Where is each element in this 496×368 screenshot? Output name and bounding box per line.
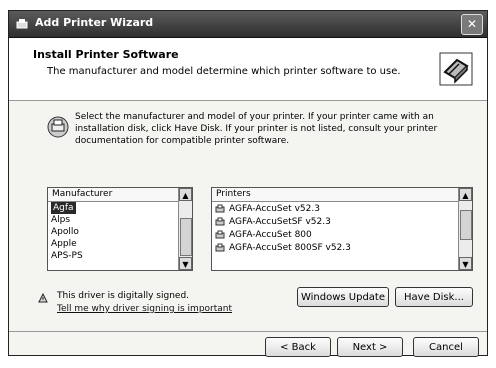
list-item[interactable]: Apple xyxy=(51,238,192,250)
windows-update-button[interactable]: Windows Update xyxy=(297,287,389,307)
printer-disk-icon xyxy=(47,116,69,138)
printer-model-label: AGFA-AccuSet v52.3 xyxy=(229,203,320,214)
printer-model-label: AGFA-AccuSet 800SF v52.3 xyxy=(229,242,351,253)
have-disk-button[interactable]: Have Disk... xyxy=(395,287,473,307)
close-icon: ✕ xyxy=(466,17,478,31)
cancel-button[interactable]: Cancel xyxy=(413,337,479,357)
signed-driver-icon xyxy=(38,292,48,303)
window-title: Add Printer Wizard xyxy=(35,16,154,29)
instructions-text: Select the manufacturer and model of you… xyxy=(75,112,438,146)
selected-manufacturer[interactable]: Agfa xyxy=(51,202,76,214)
add-printer-wizard-window: Add Printer Wizard ✕ Install Printer Sof… xyxy=(8,10,488,357)
printer-icon xyxy=(215,204,225,212)
printer-icon xyxy=(215,243,225,251)
printer-model-label: AGFA-AccuSet 800 xyxy=(229,229,312,240)
title-bar[interactable]: Add Printer Wizard ✕ xyxy=(9,11,487,38)
scroll-down-arrow-icon[interactable]: ▼ xyxy=(179,257,192,270)
wizard-header: Install Printer Software The manufacture… xyxy=(9,38,487,101)
printer-app-icon xyxy=(16,19,28,29)
list-item[interactable]: AGFA-AccuSetSF v52.3 xyxy=(215,215,472,228)
list-item[interactable]: Apollo xyxy=(51,226,192,238)
close-button[interactable]: ✕ xyxy=(461,14,483,35)
list-item[interactable]: AGFA-AccuSet v52.3 xyxy=(215,202,472,215)
printer-icon xyxy=(215,217,225,225)
header-subtitle: The manufacturer and model determine whi… xyxy=(47,66,401,77)
list-item[interactable]: AGFA-AccuSet 800 xyxy=(215,228,472,241)
printers-listbox[interactable]: Printers AGFA-AccuSet v52.3 AGFA-AccuSet… xyxy=(211,187,473,271)
footer-separator xyxy=(9,331,487,332)
list-item[interactable]: Alps xyxy=(51,214,192,226)
scroll-up-arrow-icon[interactable]: ▲ xyxy=(459,188,472,201)
next-button[interactable]: Next > xyxy=(337,337,403,357)
list-item[interactable]: APS-PS xyxy=(51,250,192,262)
driver-signed-text: This driver is digitally signed. xyxy=(57,291,190,301)
manufacturer-scrollbar[interactable]: ▲ ▼ xyxy=(178,188,192,270)
printers-column-header[interactable]: Printers xyxy=(212,188,458,202)
scroll-down-arrow-icon[interactable]: ▼ xyxy=(459,257,472,270)
manufacturer-items: Agfa Alps Apollo Apple APS-PS xyxy=(48,202,192,262)
manufacturer-column-header[interactable]: Manufacturer xyxy=(48,188,178,202)
printer-model-label: AGFA-AccuSetSF v52.3 xyxy=(229,216,331,227)
scroll-thumb[interactable] xyxy=(180,218,192,256)
back-button[interactable]: < Back xyxy=(265,337,331,357)
list-item[interactable]: AGFA-AccuSet 800SF v52.3 xyxy=(215,241,472,254)
manufacturer-listbox[interactable]: Manufacturer Agfa Alps Apollo Apple APS-… xyxy=(47,187,193,271)
scroll-thumb[interactable] xyxy=(460,210,472,240)
printer-icon xyxy=(215,230,225,238)
driver-signing-link[interactable]: Tell me why driver signing is important xyxy=(57,304,232,314)
printer-wizard-icon xyxy=(439,52,473,86)
list-item[interactable]: Agfa xyxy=(51,202,192,214)
printer-items: AGFA-AccuSet v52.3 AGFA-AccuSetSF v52.3 … xyxy=(212,202,472,254)
scroll-up-arrow-icon[interactable]: ▲ xyxy=(179,188,192,201)
printers-scrollbar[interactable]: ▲ ▼ xyxy=(458,188,472,270)
header-title: Install Printer Software xyxy=(33,48,179,61)
